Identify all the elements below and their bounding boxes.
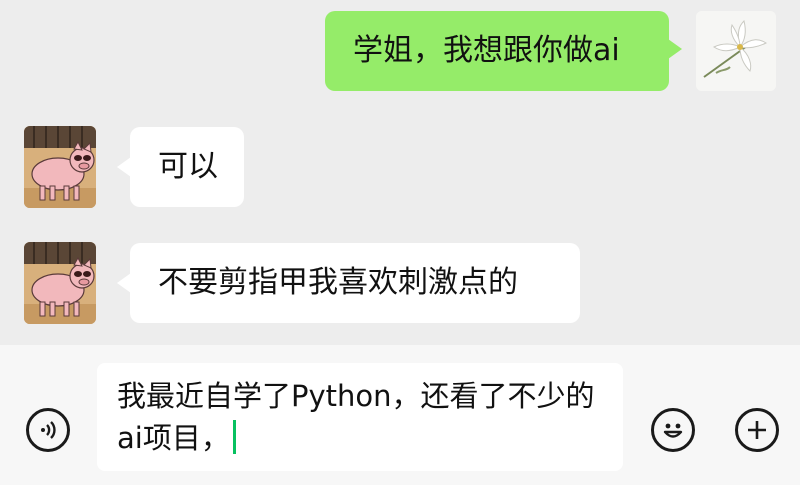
pig-cartoon-icon (24, 126, 96, 208)
chat-area: 学姐，我想跟你做ai 可以 不要剪指甲我喜欢刺激点的 (0, 0, 800, 345)
text-cursor (232, 420, 236, 454)
contact-avatar[interactable] (24, 242, 96, 324)
emoji-icon (663, 423, 683, 438)
input-bar: 我最近自学了Python，还看了不少的ai项目， (0, 345, 800, 485)
message-input-value: 我最近自学了Python，还看了不少的ai项目， (117, 379, 595, 455)
pig-cartoon-icon (24, 242, 96, 324)
message-text: 不要剪指甲我喜欢刺激点的 (158, 265, 518, 300)
message-input[interactable]: 我最近自学了Python，还看了不少的ai项目， (97, 363, 623, 471)
message-text: 学姐，我想跟你做ai (353, 33, 620, 68)
message-bubble-received[interactable]: 不要剪指甲我喜欢刺激点的 (117, 243, 580, 323)
voice-button[interactable] (26, 408, 70, 452)
message-bubble-received[interactable]: 可以 (117, 127, 244, 207)
voice-icon (41, 421, 56, 439)
message-text: 可以 (158, 149, 218, 184)
message-input-text: 我最近自学了Python，还看了不少的ai项目， (117, 375, 607, 459)
add-button[interactable] (735, 408, 779, 452)
contact-avatar[interactable] (24, 126, 96, 208)
emoji-button[interactable] (651, 408, 695, 452)
my-avatar[interactable] (696, 11, 776, 91)
lily-flower-icon (696, 11, 776, 91)
message-bubble-sent[interactable]: 学姐，我想跟你做ai (325, 11, 682, 91)
add-icon (748, 421, 766, 439)
